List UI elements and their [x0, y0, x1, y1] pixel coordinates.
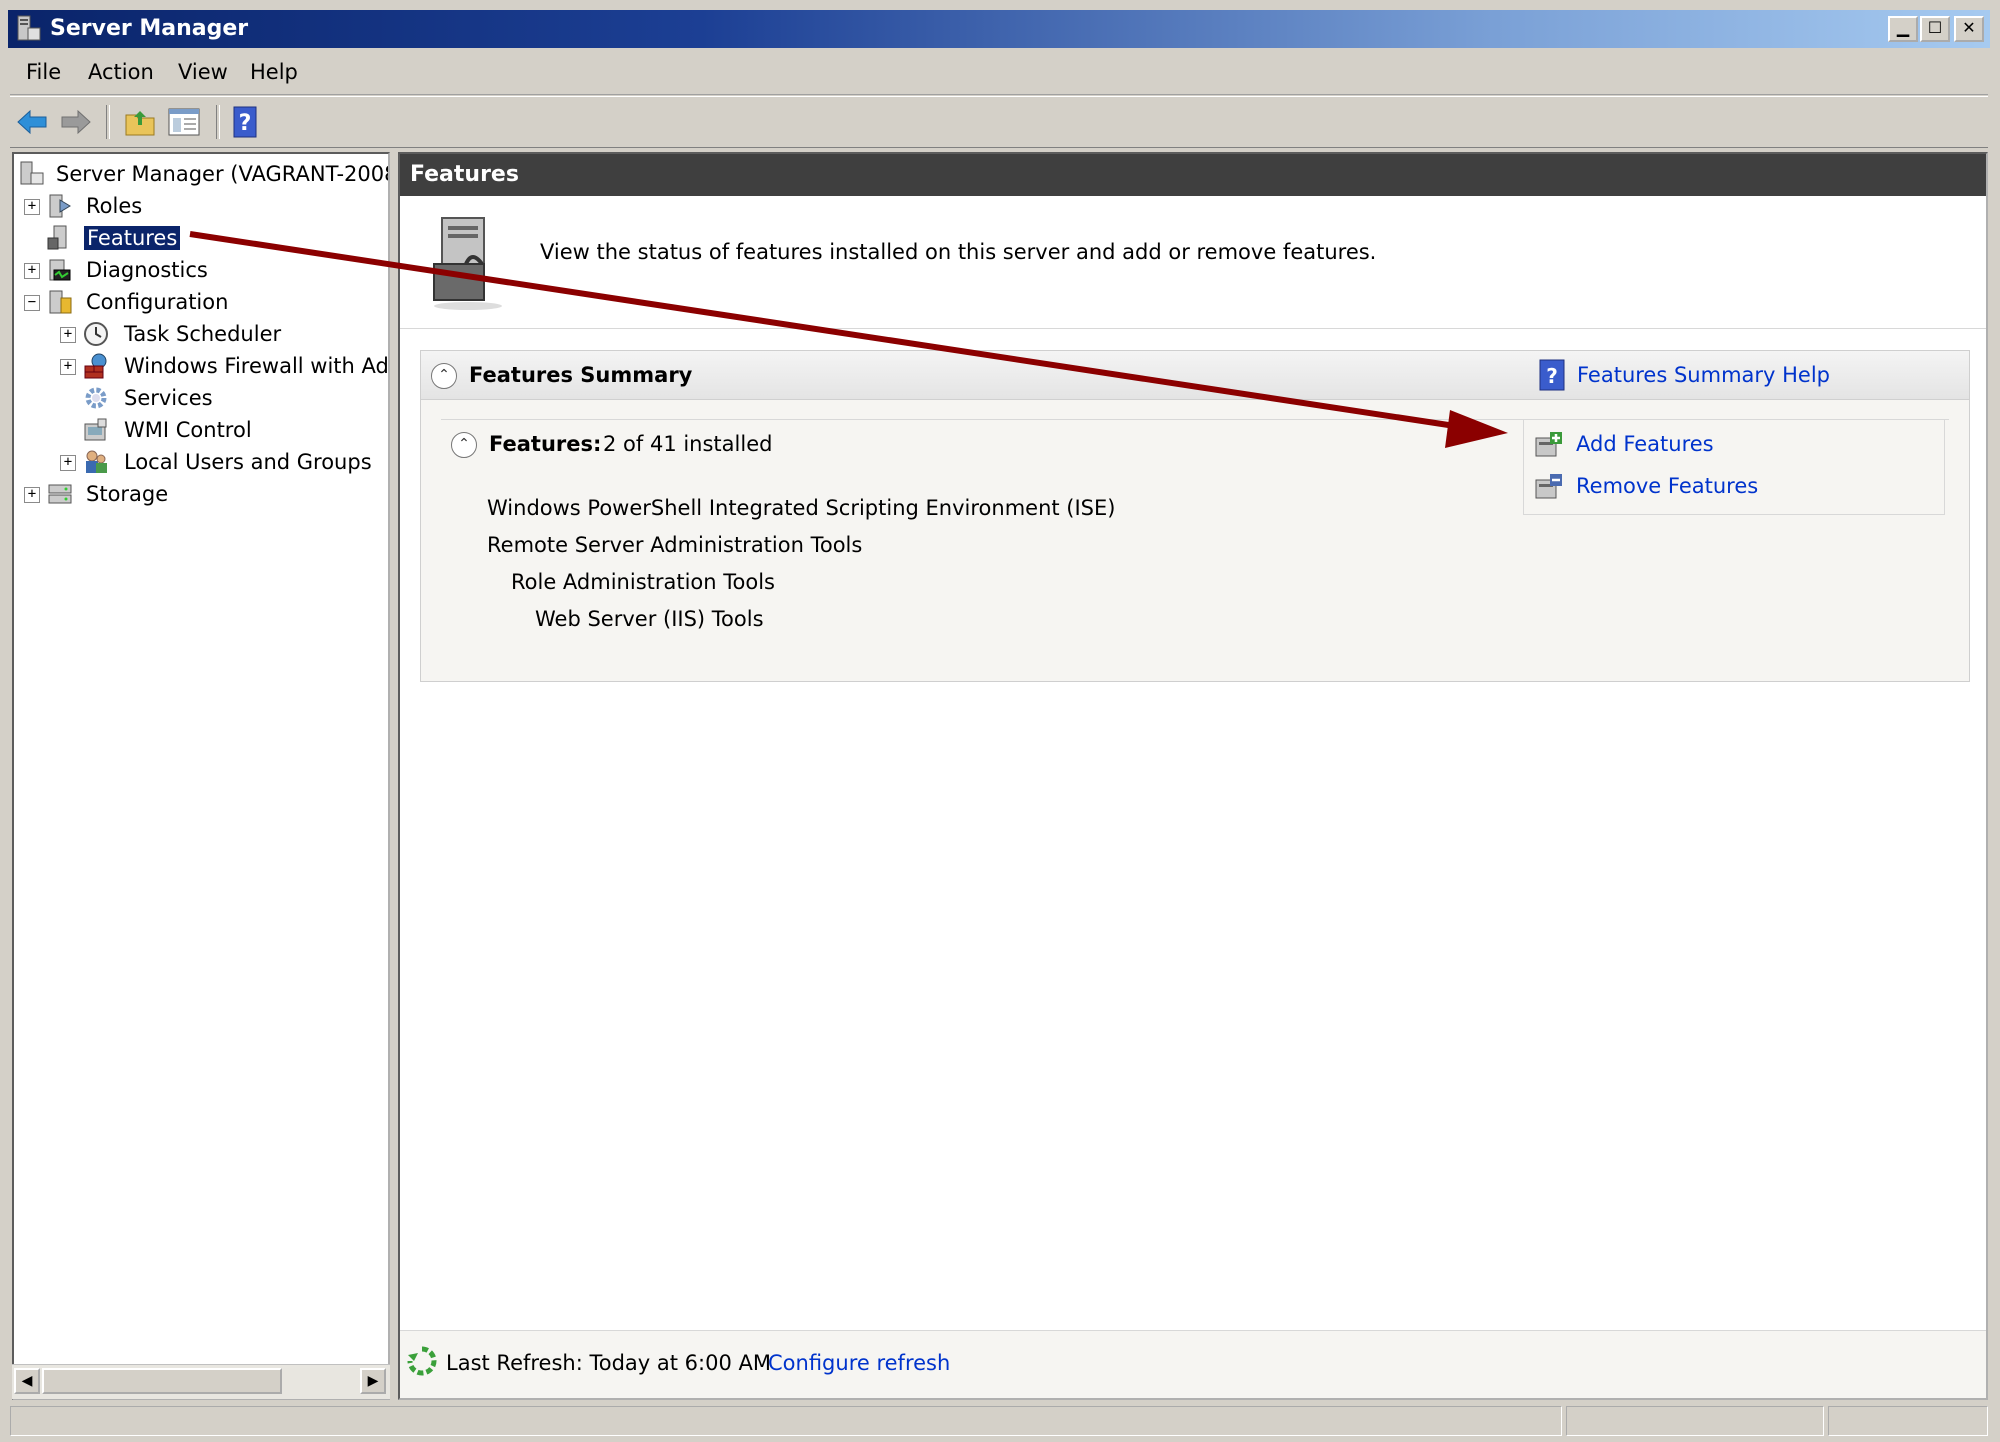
expand-icon[interactable]: +: [24, 263, 40, 279]
status-panel: [1566, 1406, 1824, 1436]
svg-text:?: ?: [239, 111, 252, 136]
scroll-right-button[interactable]: ▶: [360, 1368, 386, 1394]
tree-node-server-manager[interactable]: Server Manager (VAGRANT-2008R2: [18, 160, 388, 190]
server-manager-icon: [20, 161, 44, 185]
pane-header: Features: [400, 154, 1986, 196]
feature-item: Remote Server Administration Tools: [487, 533, 863, 557]
menu-action[interactable]: Action: [88, 60, 154, 84]
storage-icon: [48, 484, 72, 504]
up-folder-icon[interactable]: [122, 105, 158, 139]
feature-item: Role Administration Tools: [511, 570, 775, 594]
tree-node-windows-firewall[interactable]: + Windows Firewall with Adva: [60, 352, 388, 382]
features-server-icon: [433, 217, 502, 310]
feature-item: Web Server (IIS) Tools: [535, 607, 764, 631]
features-summary-section: ⌃ Features Summary ? Features Summary He…: [420, 350, 1970, 682]
server-manager-icon: [17, 15, 41, 41]
help-icon: ?: [1539, 359, 1565, 391]
collapse-icon[interactable]: −: [24, 295, 40, 311]
tree-node-services[interactable]: Services: [60, 384, 380, 414]
tree-node-features[interactable]: Features: [24, 224, 384, 254]
close-button[interactable]: ✕: [1954, 16, 1984, 42]
tree-node-configuration[interactable]: − Configuration: [24, 288, 384, 318]
scroll-left-button[interactable]: ◀: [14, 1368, 40, 1394]
status-bar: [8, 1404, 1990, 1438]
tree-label: Task Scheduler: [124, 322, 282, 346]
forward-arrow-icon[interactable]: [58, 105, 94, 139]
tree-node-wmi-control[interactable]: WMI Control: [60, 416, 380, 446]
configuration-icon: [49, 290, 72, 314]
menu-bar: File Action View Help: [10, 52, 1988, 95]
tree-label-selected: Features: [84, 226, 181, 250]
title-bar[interactable]: Server Manager ▁ ☐ ✕: [8, 10, 1990, 48]
show-hide-tree-icon[interactable]: [166, 105, 202, 139]
svg-text:?: ?: [1546, 364, 1558, 388]
tree-label: Server Manager (VAGRANT-2008R2: [56, 162, 390, 186]
tree-label: WMI Control: [124, 418, 252, 442]
status-panel: [1828, 1406, 1988, 1436]
expand-icon[interactable]: +: [60, 359, 76, 375]
pane-title: Features: [410, 162, 519, 187]
diagnostics-icon: [49, 259, 71, 281]
details-pane: Features View the status of features ins…: [398, 152, 1988, 1400]
expand-icon[interactable]: +: [24, 487, 40, 503]
expand-icon[interactable]: +: [60, 327, 76, 343]
tree-horizontal-scrollbar[interactable]: ◀ ▶: [12, 1364, 390, 1399]
tree-node-storage[interactable]: + Storage: [24, 480, 384, 510]
menu-help[interactable]: Help: [250, 60, 298, 84]
features-tasks-box: Add Features Remove Features: [1523, 419, 1945, 515]
refresh-icon: [407, 1346, 437, 1376]
tree-node-local-users[interactable]: + Local Users and Groups: [60, 448, 380, 478]
add-features-icon: [1535, 432, 1562, 457]
features-summary-help-link[interactable]: Features Summary Help: [1577, 363, 1830, 387]
remove-features-link[interactable]: Remove Features: [1576, 474, 1758, 498]
maximize-button[interactable]: ☐: [1920, 16, 1950, 42]
last-refresh-text: Last Refresh: Today at 6:00 AM: [446, 1351, 771, 1375]
features-label: Features:: [489, 432, 602, 456]
features-count: 2 of 41 installed: [603, 432, 773, 456]
tree-label: Diagnostics: [86, 258, 208, 282]
description-area: View the status of features installed on…: [400, 198, 1986, 329]
window-title: Server Manager: [50, 16, 249, 41]
summary-title: Features Summary: [469, 363, 693, 387]
wmi-control-icon: [84, 418, 107, 441]
collapse-summary-icon[interactable]: ⌃: [431, 363, 457, 389]
tree-label: Local Users and Groups: [124, 450, 372, 474]
tree-label: Windows Firewall with Adva: [124, 354, 390, 378]
expand-icon[interactable]: +: [24, 199, 40, 215]
configure-refresh-link[interactable]: Configure refresh: [768, 1351, 950, 1375]
server-manager-window: Server Manager ▁ ☐ ✕ File Action View He…: [0, 0, 2000, 1442]
feature-item: Windows PowerShell Integrated Scripting …: [487, 496, 1116, 520]
collapse-features-icon[interactable]: ⌃: [451, 432, 477, 458]
expand-icon[interactable]: +: [60, 455, 76, 471]
description-text: View the status of features installed on…: [540, 240, 1377, 264]
tree-node-diagnostics[interactable]: + Diagnostics: [24, 256, 384, 286]
add-features-link[interactable]: Add Features: [1576, 432, 1714, 456]
menu-view[interactable]: View: [178, 60, 228, 84]
minimize-button[interactable]: ▁: [1888, 16, 1918, 42]
status-panel: [10, 1406, 1562, 1436]
firewall-icon: [84, 353, 107, 379]
scroll-thumb[interactable]: [42, 1368, 282, 1394]
help-icon[interactable]: ?: [228, 105, 264, 139]
tree-node-roles[interactable]: + Roles: [24, 192, 384, 222]
summary-header: ⌃ Features Summary ? Features Summary He…: [421, 351, 1969, 400]
tree-label: Roles: [86, 194, 143, 218]
back-arrow-icon[interactable]: [14, 105, 50, 139]
toolbar: ?: [10, 96, 1988, 148]
gear-icon: [85, 387, 107, 409]
remove-features-icon: [1535, 474, 1562, 499]
roles-icon: [49, 194, 71, 218]
tree-label: Services: [124, 386, 213, 410]
tree-label: Storage: [86, 482, 169, 506]
tree-label: Configuration: [86, 290, 229, 314]
features-icon: [47, 225, 67, 250]
refresh-footer: Last Refresh: Today at 6:00 AM Configure…: [400, 1330, 1986, 1398]
console-tree: Server Manager (VAGRANT-2008R2 + Roles F…: [12, 152, 390, 1400]
users-icon: [86, 450, 107, 473]
tree-node-task-scheduler[interactable]: + Task Scheduler: [60, 320, 380, 350]
clock-icon: [84, 322, 108, 346]
menu-file[interactable]: File: [26, 60, 61, 84]
